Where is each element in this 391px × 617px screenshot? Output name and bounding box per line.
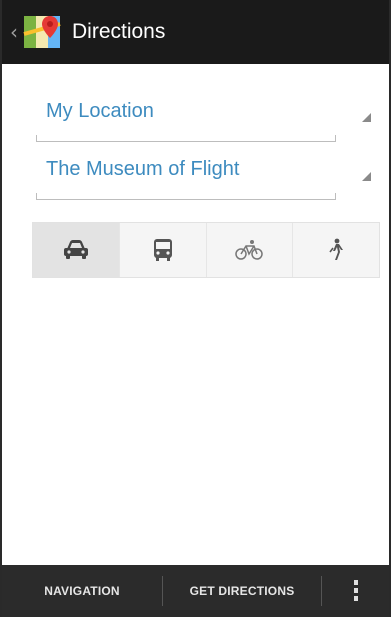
bottom-action-bar: NAVIGATION GET DIRECTIONS [2,565,389,617]
navigation-button[interactable]: NAVIGATION [2,565,162,617]
destination-value: The Museum of Flight [46,158,240,180]
car-icon [63,240,88,259]
walking-icon [329,238,344,260]
travel-mode-selector [32,222,380,278]
mode-bicycle[interactable] [207,223,294,277]
destination-dropdown-arrow-icon[interactable] [362,172,371,181]
overflow-menu-button[interactable] [322,565,389,617]
get-directions-button[interactable]: GET DIRECTIONS [163,565,321,617]
chevron-left-icon[interactable]: ‹ [10,20,20,44]
page-title: Directions [72,20,166,43]
start-location-field[interactable]: My Location [36,90,336,142]
mode-walk[interactable] [293,223,379,277]
maps-app-icon[interactable] [22,12,64,52]
mode-car[interactable] [33,223,120,277]
action-bar: ‹ Directions [2,0,389,64]
destination-field[interactable]: The Museum of Flight [36,148,336,200]
directions-screen: ‹ Directions My Location The Museum of F… [0,0,391,617]
field-underline [36,193,336,200]
bicycle-icon [235,240,264,260]
field-underline [36,135,336,142]
mode-transit[interactable] [120,223,207,277]
more-vertical-icon [353,580,358,601]
start-dropdown-arrow-icon[interactable] [362,113,371,122]
start-location-value: My Location [46,100,154,122]
bus-icon [153,239,172,261]
